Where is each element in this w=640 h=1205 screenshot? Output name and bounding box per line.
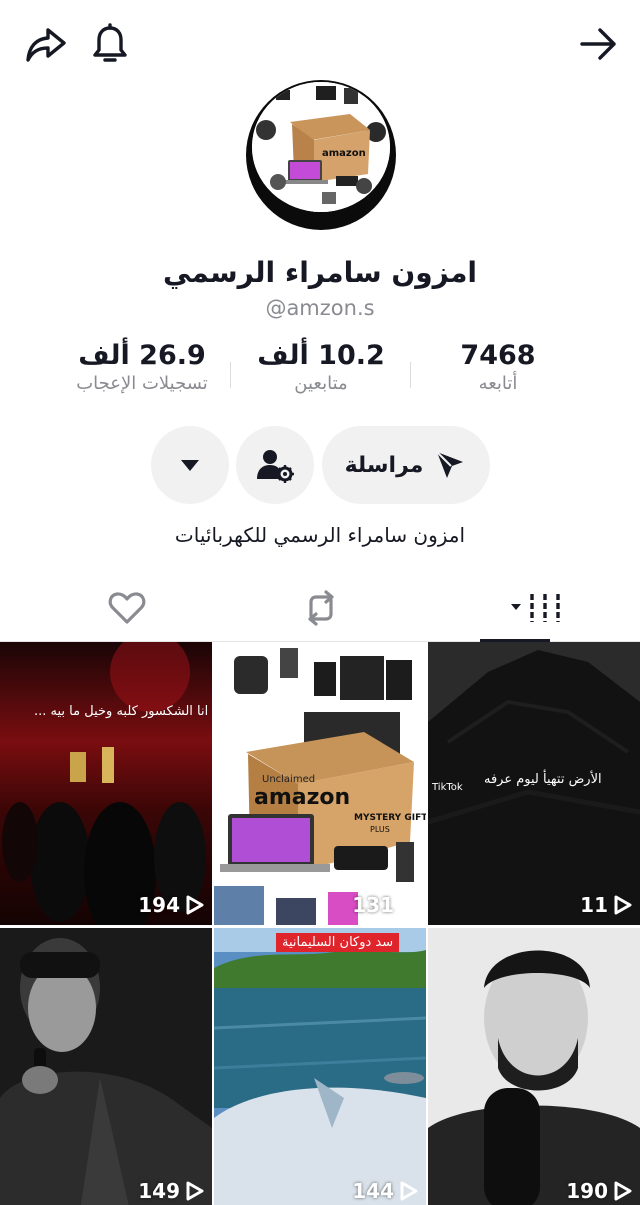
following-label: أتابعه bbox=[478, 373, 518, 394]
view-count-value: 144 bbox=[352, 1179, 394, 1203]
stat-following[interactable]: 7468 أتابعه bbox=[408, 340, 588, 394]
user-settings-icon bbox=[257, 450, 294, 483]
back-button[interactable] bbox=[574, 20, 622, 68]
profile-actions: مراسلة bbox=[0, 426, 640, 506]
content-tabs bbox=[0, 574, 640, 642]
view-count: 11 bbox=[580, 893, 632, 917]
arrow-right-icon bbox=[580, 28, 616, 60]
view-count-value: 11 bbox=[580, 893, 608, 917]
likes-count: 26.9 ألف bbox=[78, 340, 206, 371]
view-count: 144 bbox=[352, 1179, 418, 1203]
profile-bio: امزون سامراء الرسمي للكهربائيات bbox=[174, 523, 466, 547]
notifications-button[interactable] bbox=[86, 20, 134, 68]
play-icon bbox=[186, 895, 204, 915]
video-grid: انا الشكسور كلبه وخيل ما بيه ... 194 Unc… bbox=[0, 642, 640, 1205]
box-brand-text: amazon bbox=[254, 785, 350, 810]
play-icon bbox=[186, 1181, 204, 1201]
video-thumbnail bbox=[0, 642, 212, 925]
profile-stats: 7468 أتابعه 10.2 ألف متابعين 26.9 ألف تس… bbox=[0, 340, 640, 410]
top-bar bbox=[0, 0, 640, 90]
view-count-value: 190 bbox=[566, 1179, 608, 1203]
tab-videos[interactable] bbox=[425, 574, 638, 642]
box-plus-text: PLUS bbox=[370, 825, 390, 834]
video-tile[interactable]: Unclaimed amazon MYSTERY GIFTS PLUS 131 bbox=[214, 642, 426, 925]
video-tile[interactable]: الأرض تتهيأ ليوم عرفه TikTok 11 bbox=[428, 642, 640, 925]
video-banner: سد دوكان السليمانية bbox=[276, 933, 400, 952]
video-thumbnail bbox=[214, 928, 426, 1205]
svg-text:amazon: amazon bbox=[322, 148, 366, 159]
video-thumbnail: Unclaimed amazon MYSTERY GIFTS PLUS bbox=[214, 642, 426, 925]
bell-icon bbox=[93, 23, 127, 62]
heart-icon bbox=[108, 592, 145, 624]
repost-icon bbox=[307, 590, 334, 626]
tab-liked[interactable] bbox=[20, 574, 233, 642]
avatar-image: amazon bbox=[252, 82, 390, 212]
caret-down-icon bbox=[181, 460, 199, 471]
likes-label: تسجيلات الإعجاب bbox=[76, 373, 208, 394]
following-count: 7468 bbox=[460, 340, 536, 371]
view-count: 131 bbox=[352, 893, 418, 917]
video-caption: الأرض تتهيأ ليوم عرفه bbox=[484, 772, 602, 787]
video-caption: انا الشكسور كلبه وخيل ما بيه ... bbox=[34, 704, 209, 719]
more-options-button[interactable] bbox=[151, 426, 229, 504]
video-tile[interactable]: سد دوكان السليمانية 144 bbox=[214, 928, 426, 1205]
view-count-value: 194 bbox=[138, 893, 180, 917]
message-button[interactable]: مراسلة bbox=[322, 426, 490, 504]
share-icon bbox=[26, 28, 66, 62]
message-button-label: مراسلة bbox=[344, 452, 424, 478]
view-count-value: 149 bbox=[138, 1179, 180, 1203]
video-tile[interactable]: 190 bbox=[428, 928, 640, 1205]
play-icon bbox=[400, 1181, 418, 1201]
play-icon bbox=[614, 1181, 632, 1201]
video-thumbnail bbox=[0, 928, 212, 1205]
video-tile[interactable]: انا الشكسور كلبه وخيل ما بيه ... 194 bbox=[0, 642, 212, 925]
play-icon bbox=[400, 895, 418, 915]
tab-reposts[interactable] bbox=[214, 574, 427, 642]
send-icon bbox=[436, 451, 464, 478]
stat-followers[interactable]: 10.2 ألف متابعين bbox=[231, 340, 411, 394]
profile-handle: @amzon.s bbox=[265, 296, 375, 320]
video-tile[interactable]: 149 bbox=[0, 928, 212, 1205]
view-count: 194 bbox=[138, 893, 204, 917]
followers-count: 10.2 ألف bbox=[257, 340, 385, 371]
play-icon bbox=[614, 895, 632, 915]
grid-videos-icon bbox=[510, 594, 560, 622]
followers-label: متابعين bbox=[294, 373, 348, 394]
video-thumbnail bbox=[428, 928, 640, 1205]
box-small-text: Unclaimed bbox=[262, 774, 315, 785]
box-gifts-text: MYSTERY GIFTS bbox=[354, 813, 426, 823]
view-count-value: 131 bbox=[352, 893, 394, 917]
tiktok-watermark: TikTok bbox=[432, 782, 463, 793]
share-button[interactable] bbox=[22, 20, 70, 68]
friend-settings-button[interactable] bbox=[236, 426, 314, 504]
profile-display-name: امزون سامراء الرسمي bbox=[162, 256, 478, 289]
view-count: 190 bbox=[566, 1179, 632, 1203]
avatar[interactable]: amazon bbox=[246, 80, 396, 230]
view-count: 149 bbox=[138, 1179, 204, 1203]
stat-likes[interactable]: 26.9 ألف تسجيلات الإعجاب bbox=[52, 340, 232, 394]
